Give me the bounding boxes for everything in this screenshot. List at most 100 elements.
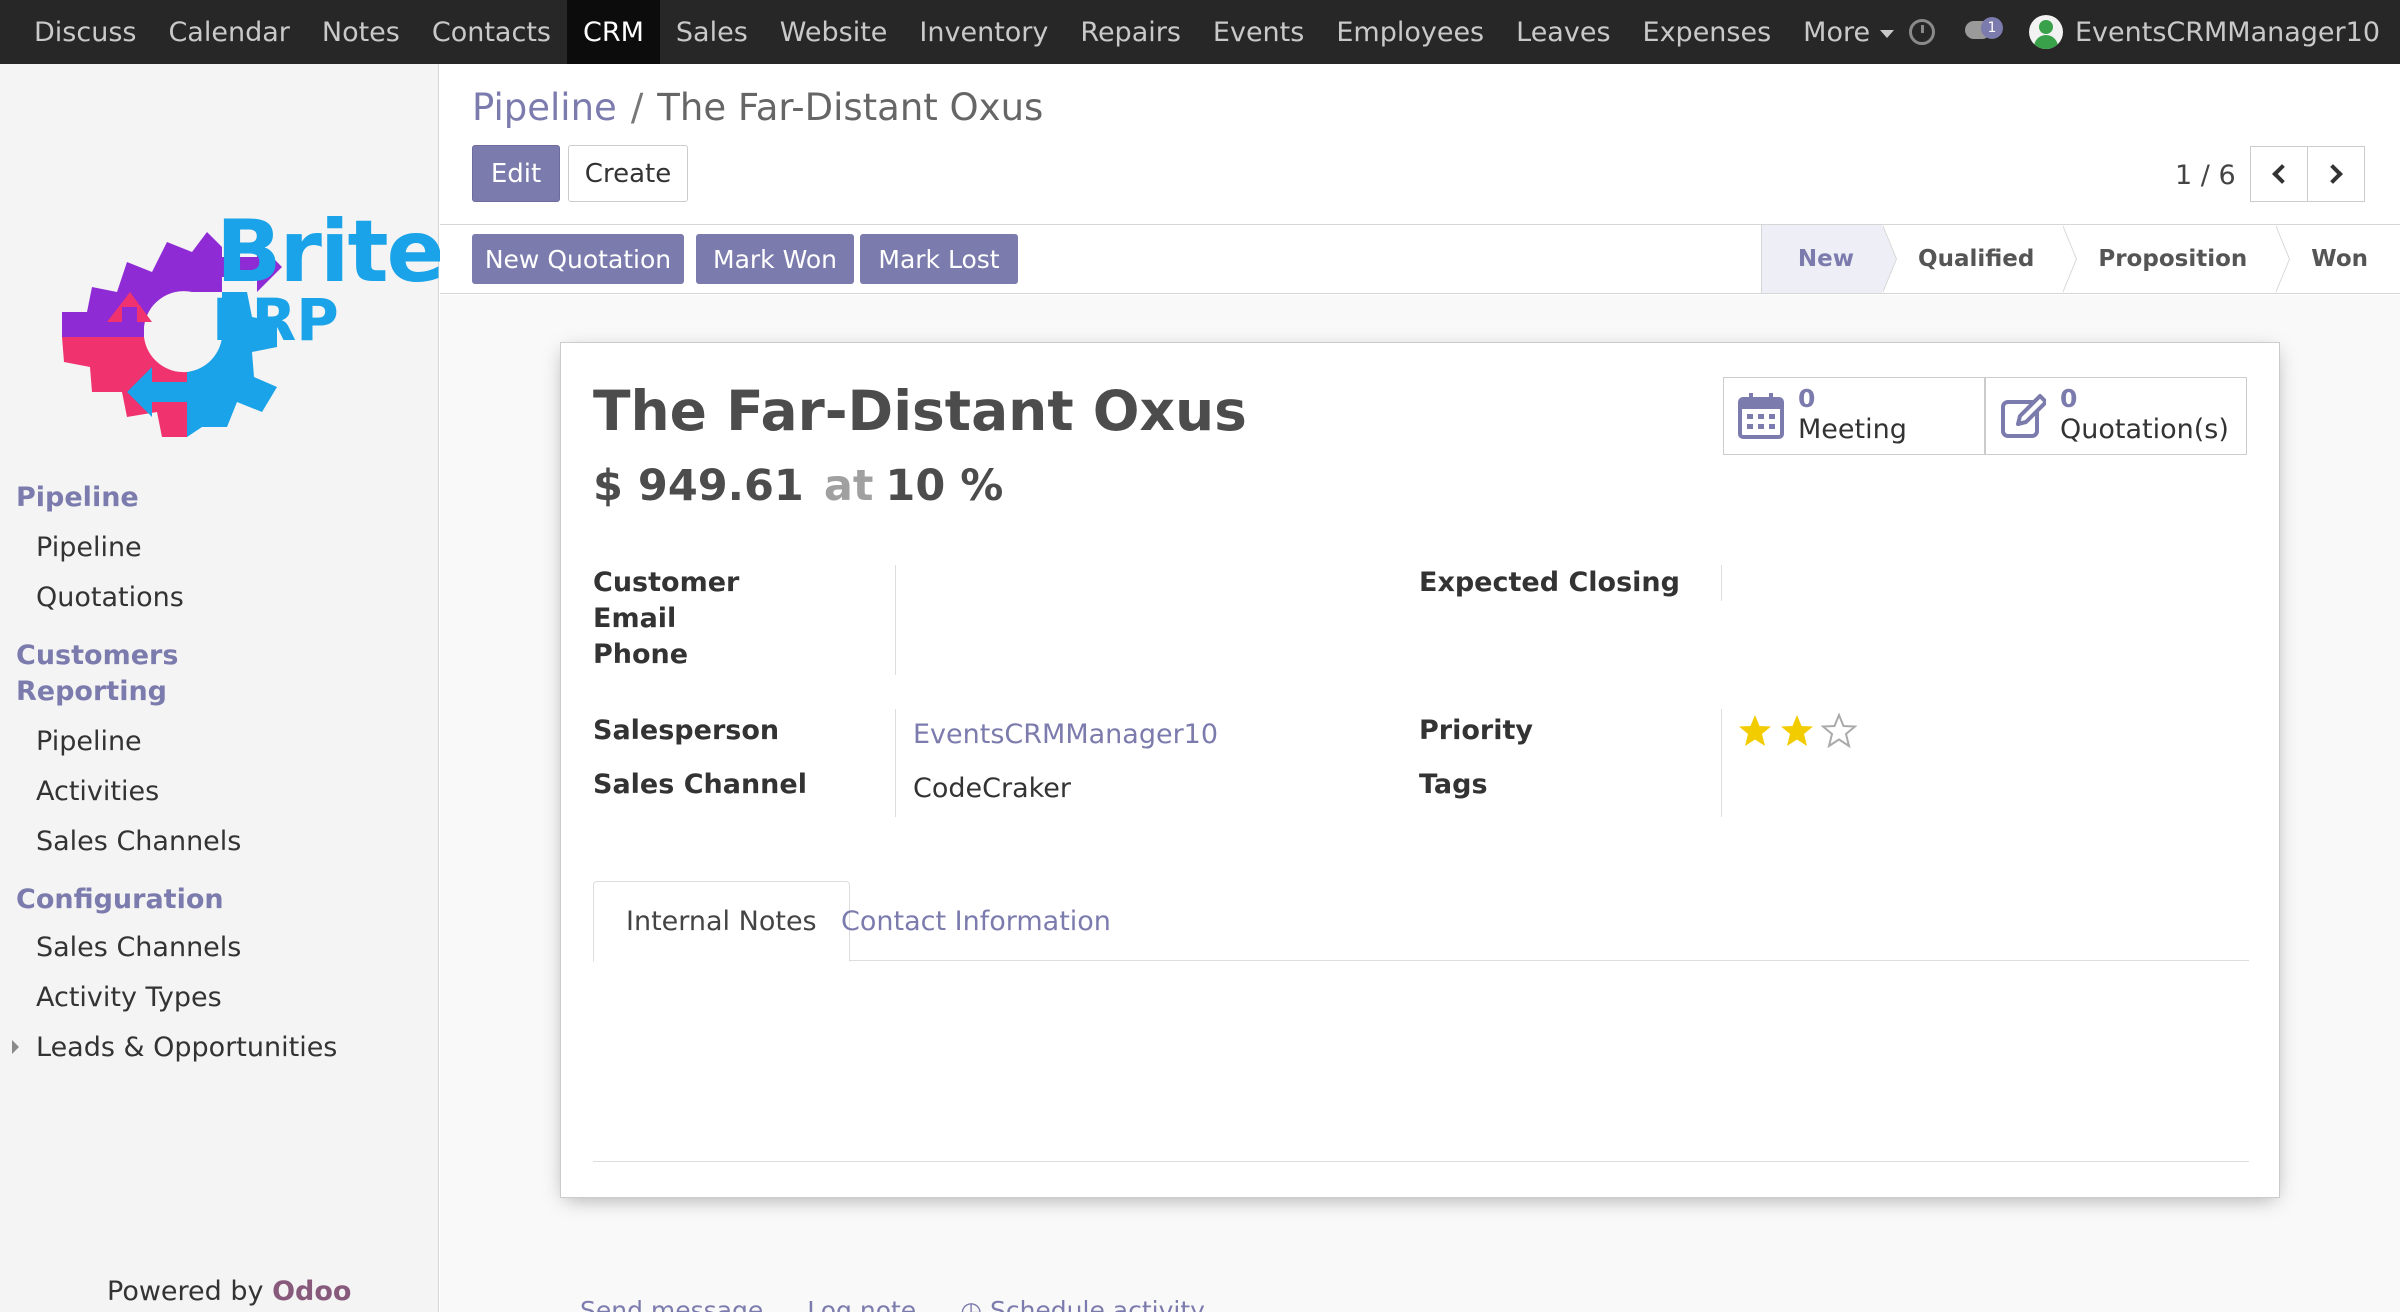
quotations-stat-button[interactable]: 0 Quotation(s): [1985, 377, 2247, 455]
sidebar-section-customers[interactable]: Customers: [16, 638, 178, 674]
customer-label: Customer: [593, 567, 740, 598]
tab-content-divider: [593, 1161, 2249, 1162]
breadcrumb-current: The Far-Distant Oxus: [657, 86, 1044, 129]
clock-icon: ◷: [960, 1296, 990, 1312]
priority-label: Priority: [1419, 715, 1533, 746]
sidebar-section-pipeline[interactable]: Pipeline: [16, 480, 139, 516]
stage-qualified-label: Qualified: [1918, 246, 2035, 272]
app-website[interactable]: Website: [764, 0, 904, 64]
user-menu[interactable]: EventsCRMManager10: [2028, 15, 2400, 49]
stage-qualified[interactable]: Qualified: [1882, 225, 2078, 293]
sidebar-item-reporting-pipeline[interactable]: Pipeline: [36, 726, 142, 757]
app-repairs[interactable]: Repairs: [1064, 0, 1197, 64]
calendar-icon: [1738, 393, 1784, 439]
app-inventory[interactable]: Inventory: [903, 0, 1064, 64]
opportunity-title: The Far-Distant Oxus: [593, 379, 1247, 443]
sales-channel-value: CodeCraker: [913, 773, 1072, 804]
log-note-button[interactable]: Log note: [807, 1296, 916, 1312]
breadcrumb: Pipeline / The Far-Distant Oxus: [472, 86, 1043, 129]
app-calendar[interactable]: Calendar: [152, 0, 305, 64]
pager-previous-button[interactable]: [2250, 146, 2308, 202]
sidebar-item-reporting-sales-channels[interactable]: Sales Channels: [36, 826, 241, 857]
meeting-stat-button[interactable]: 0 Meeting: [1723, 377, 1985, 455]
messages-badge: 1: [1980, 17, 2003, 39]
stage-won[interactable]: Won: [2275, 225, 2400, 293]
stage-pipeline: New Qualified Proposition Won: [1760, 225, 2400, 293]
expand-arrow-icon[interactable]: [12, 1040, 19, 1054]
app-notes[interactable]: Notes: [306, 0, 416, 64]
schedule-activity-button[interactable]: ◷ Schedule activity: [960, 1296, 1205, 1312]
field-divider: [1721, 709, 1722, 817]
new-quotation-button[interactable]: New Quotation: [472, 234, 684, 284]
avatar: [2028, 15, 2063, 49]
app-expenses[interactable]: Expenses: [1627, 0, 1788, 64]
app-crm[interactable]: CRM: [566, 0, 660, 64]
app-contacts[interactable]: Contacts: [416, 0, 567, 64]
priority-star-icon[interactable]: [1779, 713, 1815, 749]
field-divider: [895, 565, 896, 675]
sidebar-item-quotations[interactable]: Quotations: [36, 582, 184, 613]
chat-icon[interactable]: 1: [1964, 17, 2003, 47]
sidebar-section-reporting[interactable]: Reporting: [16, 674, 167, 710]
probability-value: 10 %: [885, 461, 1004, 511]
field-divider: [895, 709, 896, 817]
edit-button[interactable]: Edit: [472, 145, 560, 202]
sidebar-item-pipeline[interactable]: Pipeline: [36, 532, 142, 563]
chevron-left-icon: [2272, 164, 2292, 184]
chatter-actions: Send message Log note ◷ Schedule activit…: [580, 1296, 1205, 1312]
breadcrumb-separator: /: [630, 86, 644, 129]
field-divider: [1721, 565, 1722, 601]
stage-new-label: New: [1797, 246, 1855, 272]
edit-icon: [2001, 394, 2046, 438]
quotations-count: 0: [2060, 384, 2078, 413]
at-label: at: [823, 461, 874, 511]
stage-proposition[interactable]: Proposition: [2062, 225, 2291, 293]
caret-down-icon: [1880, 30, 1895, 38]
stage-proposition-label: Proposition: [2098, 246, 2248, 272]
sidebar-section-configuration[interactable]: Configuration: [16, 882, 224, 918]
sidebar-item-activity-types[interactable]: Activity Types: [36, 982, 222, 1013]
logo-text-erp: ERP: [212, 286, 339, 354]
systray: 1 EventsCRMManager10: [1908, 0, 2400, 64]
sales-channel-label: Sales Channel: [593, 769, 807, 800]
meeting-count: 0: [1798, 384, 1816, 413]
app-sales[interactable]: Sales: [660, 0, 764, 64]
statusbar: New Quotation Mark Won Mark Lost New Qua…: [440, 224, 2400, 294]
clock-icon[interactable]: [1908, 19, 1935, 45]
pager-next-button[interactable]: [2307, 146, 2365, 202]
mark-won-button[interactable]: Mark Won: [696, 234, 854, 284]
send-message-button[interactable]: Send message: [580, 1296, 763, 1312]
app-more-menu[interactable]: More: [1787, 0, 1910, 64]
priority-star-empty-icon[interactable]: [1821, 713, 1857, 749]
salesperson-label: Salesperson: [593, 715, 780, 746]
odoo-link[interactable]: Odoo: [272, 1276, 351, 1307]
stage-new[interactable]: New: [1760, 225, 1898, 293]
sidebar-item-activities[interactable]: Activities: [36, 776, 159, 807]
stage-won-label: Won: [2311, 246, 2368, 272]
expected-revenue: $ 949.61 at 10 %: [593, 461, 1003, 511]
more-label: More: [1803, 16, 1871, 48]
priority-star-icon[interactable]: [1737, 713, 1773, 749]
sidebar-item-config-sales-channels[interactable]: Sales Channels: [36, 932, 241, 963]
sidebar-item-leads-opportunities[interactable]: Leads & Opportunities: [36, 1032, 337, 1063]
form-sheet: The Far-Distant Oxus $ 949.61 at 10 % 0 Me…: [560, 342, 2280, 1198]
app-employees[interactable]: Employees: [1320, 0, 1500, 64]
app-events[interactable]: Events: [1197, 0, 1320, 64]
chevron-right-icon: [2323, 164, 2343, 184]
salesperson-value[interactable]: EventsCRMManager10: [913, 719, 1218, 750]
schedule-activity-label: Schedule activity: [989, 1296, 1205, 1312]
app-discuss[interactable]: Discuss: [18, 0, 152, 64]
breadcrumb-pipeline[interactable]: Pipeline: [472, 86, 617, 129]
tags-label: Tags: [1419, 769, 1488, 800]
email-label: Email: [593, 603, 677, 634]
app-menu: Discuss Calendar Notes Contacts CRM Sale…: [0, 0, 1910, 64]
top-navbar: Discuss Calendar Notes Contacts CRM Sale…: [0, 0, 2400, 64]
brite-erp-logo[interactable]: Brite ERP: [52, 144, 445, 474]
app-leaves[interactable]: Leaves: [1500, 0, 1626, 64]
mark-lost-button[interactable]: Mark Lost: [860, 234, 1018, 284]
pager-value: 1 / 6: [2175, 160, 2236, 191]
phone-label: Phone: [593, 639, 689, 670]
tab-contact-information[interactable]: Contact Information: [809, 881, 1143, 961]
currency-symbol: $: [593, 461, 623, 511]
create-button[interactable]: Create: [568, 145, 688, 202]
